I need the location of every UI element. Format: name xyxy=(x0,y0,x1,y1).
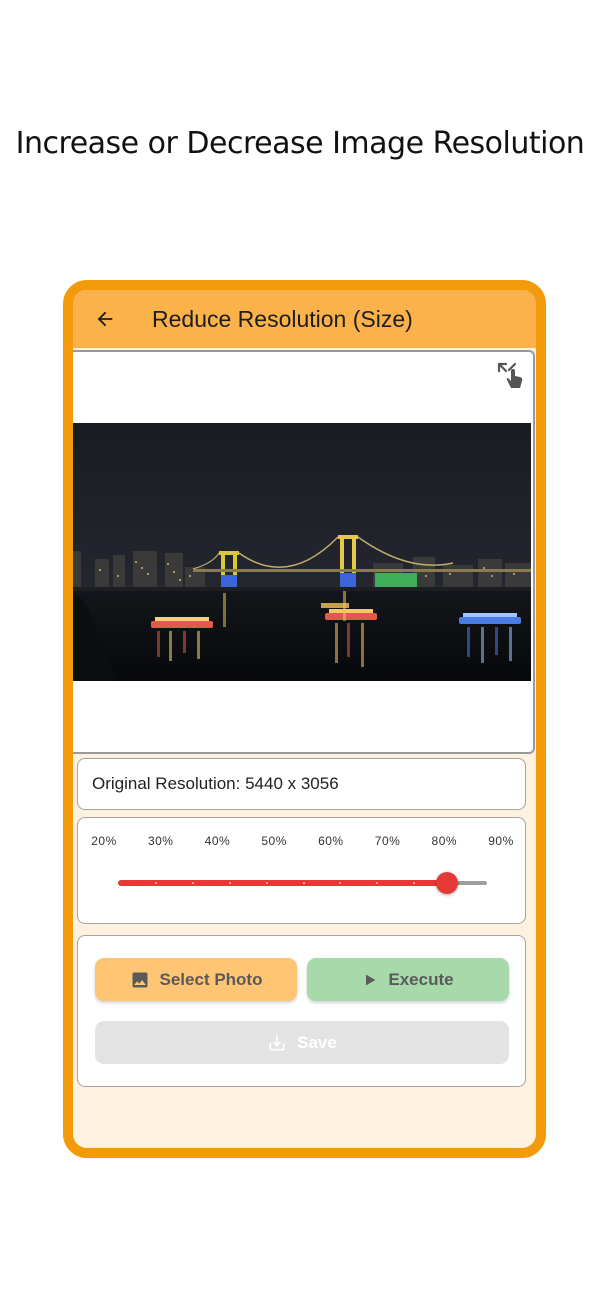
expand-tap-icon xyxy=(497,362,523,388)
slider-thumb[interactable] xyxy=(436,872,459,894)
slider-division-dot xyxy=(191,882,194,884)
execute-label: Execute xyxy=(388,969,454,989)
slider-tick-label: 20% xyxy=(91,834,117,848)
slider-tick-label: 30% xyxy=(147,834,174,848)
slider-tick-label: 60% xyxy=(318,834,344,848)
select-photo-button[interactable]: Select Photo xyxy=(95,958,297,1001)
resolution-slider-card: 20% 30% 40% 50% 60% 70% 80% 90% xyxy=(77,817,526,924)
slider-track-active[interactable] xyxy=(118,880,448,886)
slider-division-dot xyxy=(302,882,305,884)
back-button[interactable] xyxy=(83,297,127,341)
phone-frame: Reduce Resolution (Size) Original Resolu… xyxy=(63,280,546,1158)
slider-tick-label: 50% xyxy=(261,834,287,848)
play-icon xyxy=(366,974,376,985)
arrow-left-icon xyxy=(97,311,113,327)
execute-button[interactable]: Execute xyxy=(307,958,509,1001)
slider-tick-label: 90% xyxy=(488,834,514,848)
slider-tick-label: 80% xyxy=(431,834,458,848)
expand-button[interactable] xyxy=(495,360,525,390)
select-photo-label: Select Photo xyxy=(159,969,263,989)
slider-tick-label: 70% xyxy=(374,834,401,848)
app-bar: Reduce Resolution (Size) xyxy=(73,290,536,348)
slider-tick-labels: 20% 30% 40% 50% 60% 70% 80% 90% xyxy=(78,834,525,850)
save-button[interactable]: Save xyxy=(95,1021,509,1064)
original-resolution-text: Original Resolution: 5440 x 3056 xyxy=(92,774,339,793)
save-label: Save xyxy=(297,1032,337,1052)
image-icon xyxy=(132,972,148,987)
slider-division-dot xyxy=(154,882,157,884)
slider-division-dot xyxy=(265,882,268,884)
original-resolution-card: Original Resolution: 5440 x 3056 xyxy=(77,758,526,810)
app-bar-title: Reduce Resolution (Size) xyxy=(152,305,413,332)
image-preview-card xyxy=(73,350,535,754)
night-bridge-photo xyxy=(73,423,531,681)
slider-tick-label: 40% xyxy=(204,834,231,848)
slider-division-dot xyxy=(228,882,231,884)
download-icon xyxy=(269,1035,285,1050)
actions-card: Select Photo Execute Save xyxy=(77,935,526,1087)
promo-headline: Increase or Decrease Image Resolution xyxy=(15,126,585,161)
